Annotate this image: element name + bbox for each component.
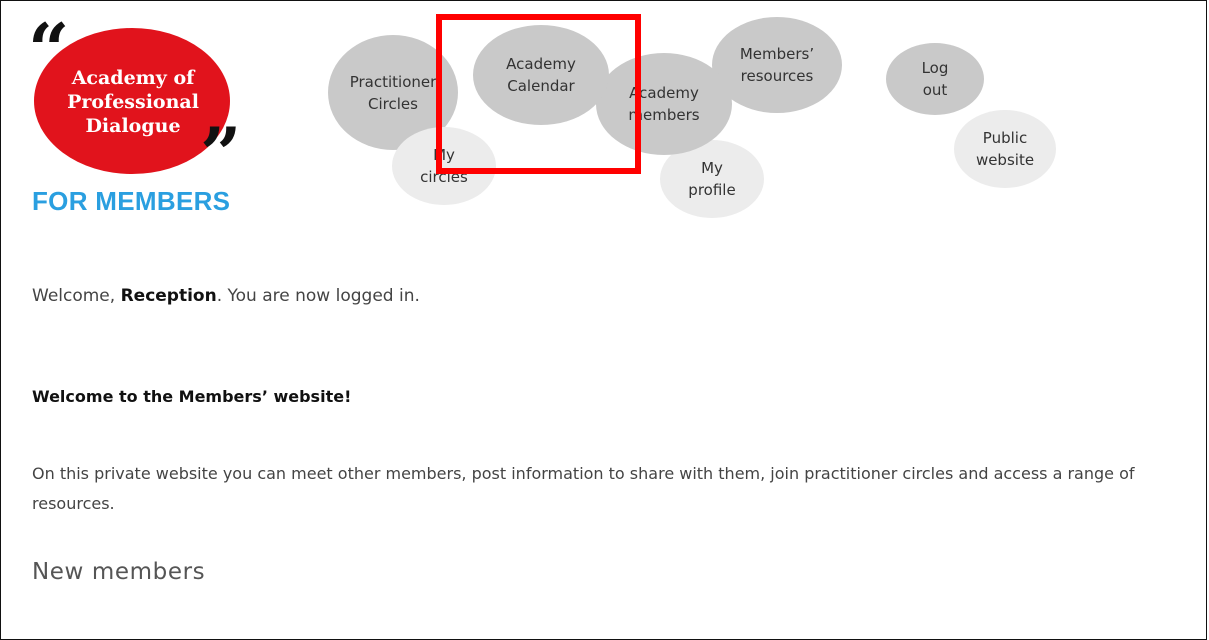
logo-tagline: FOR MEMBERS — [32, 186, 231, 216]
nav-academy-calendar[interactable]: Academy Calendar — [473, 25, 609, 125]
logo-line-3: Dialogue — [85, 115, 181, 137]
nav-public-website[interactable]: Public website — [954, 110, 1056, 188]
new-members-title: New members — [32, 559, 206, 585]
logo-line-2: Professional — [67, 91, 199, 113]
nav-academy-members[interactable]: Academy members — [596, 53, 732, 155]
intro-paragraph: On this private website you can meet oth… — [32, 464, 1135, 513]
logo-wordmark: Academy of Professional Dialogue — [48, 66, 218, 138]
logo-line-1: Academy of — [71, 67, 195, 89]
site-logo[interactable]: “ Academy of Professional Dialogue ” FOR… — [28, 14, 248, 222]
close-quote-icon: ” — [200, 111, 242, 196]
nav-my-circles[interactable]: My circles — [392, 127, 496, 205]
nav-log-out[interactable]: Log out — [886, 43, 984, 115]
welcome-suffix: . You are now logged in. — [216, 286, 420, 306]
user-name: Reception — [120, 286, 217, 306]
page-heading: Welcome to the Members’ website! — [32, 387, 352, 406]
welcome-prefix: Welcome, — [32, 286, 121, 306]
welcome-message: Welcome, Reception. You are now logged i… — [32, 286, 1197, 306]
